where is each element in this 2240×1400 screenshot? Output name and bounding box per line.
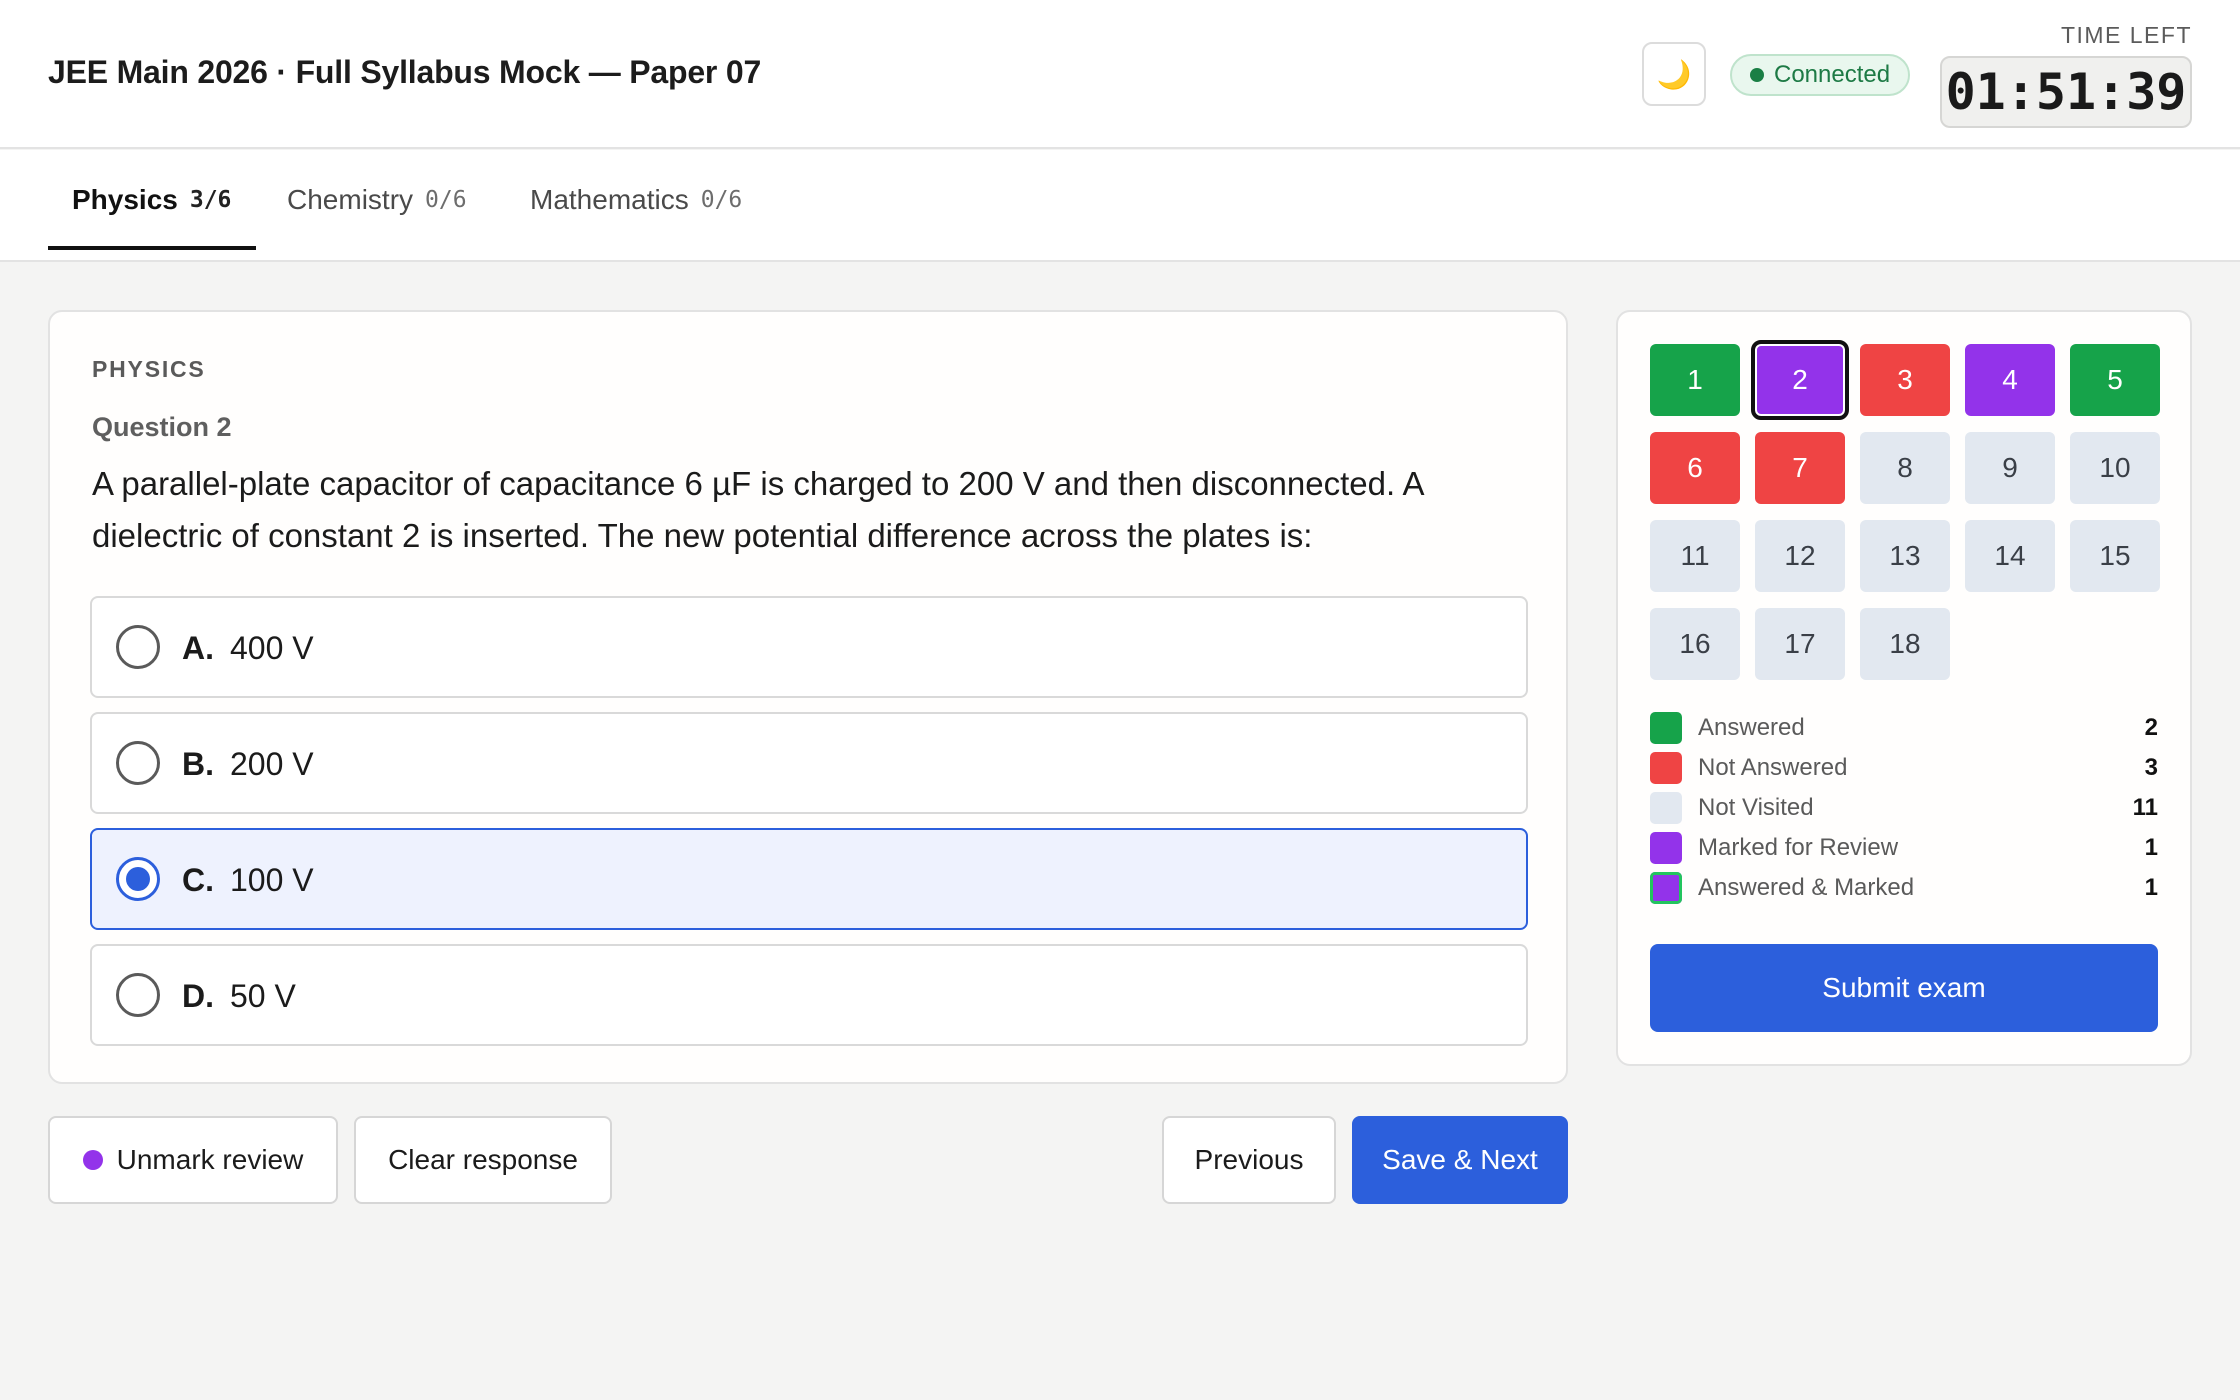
- radio-button[interactable]: [116, 625, 160, 669]
- question-cell[interactable]: 14: [1965, 520, 2055, 592]
- status-dot-icon: [1750, 68, 1764, 82]
- legend-label: Answered: [1698, 714, 1805, 741]
- option-d[interactable]: D. 50 V: [90, 944, 1528, 1046]
- theme-toggle-button[interactable]: 🌙: [1642, 42, 1706, 106]
- review-dot-icon: [82, 1150, 103, 1170]
- subject-label: PHYSICS: [92, 356, 206, 382]
- tab-mathematics[interactable]: Mathematics 0/6: [530, 150, 742, 250]
- unmark-review-label: Unmark review: [116, 1144, 304, 1175]
- tab-physics[interactable]: Physics 3/6: [72, 150, 231, 250]
- tab-count: 0/6: [425, 187, 467, 213]
- unmark-review-button[interactable]: Unmark review: [48, 1116, 338, 1204]
- radio-button[interactable]: [116, 741, 160, 785]
- option-letter: C.: [182, 862, 214, 898]
- question-cell[interactable]: 13: [1860, 520, 1950, 592]
- legend-swatch: [1650, 752, 1682, 784]
- time-left-label: TIME LEFT: [2060, 22, 2192, 48]
- legend-label: Not Answered: [1698, 754, 1848, 781]
- question-cell[interactable]: 7: [1755, 432, 1845, 504]
- tab-chemistry[interactable]: Chemistry 0/6: [287, 150, 467, 250]
- option-letter: A.: [182, 630, 214, 666]
- question-cell[interactable]: 4: [1965, 344, 2055, 416]
- question-text: A parallel-plate capacitor of capacitanc…: [92, 465, 1423, 554]
- question-cell[interactable]: 9: [1965, 432, 2055, 504]
- question-cell[interactable]: 16: [1650, 608, 1740, 680]
- legend-count: 1: [2144, 834, 2158, 861]
- option-letter: B.: [182, 746, 214, 782]
- question-cell[interactable]: 10: [2070, 432, 2160, 504]
- legend-swatch: [1650, 712, 1682, 744]
- legend-row: Answered & Marked 1: [1650, 870, 2158, 906]
- legend-count: 1: [2144, 874, 2158, 901]
- legend-row: Not Visited 11: [1650, 790, 2158, 826]
- tab-label: Physics: [72, 184, 178, 215]
- submit-exam-label: Submit exam: [1822, 972, 1986, 1003]
- question-cell[interactable]: 15: [2070, 520, 2160, 592]
- legend-count: 11: [2132, 794, 2158, 821]
- clear-response-button[interactable]: Clear response: [354, 1116, 612, 1204]
- question-palette: 1 2 3 4 5 6 7 8 9 10 11 12 13 14 15 16 17 18 Answered 2 Not…: [1616, 310, 2192, 1066]
- legend-row: Not Answered 3: [1650, 750, 2158, 786]
- connection-status-badge: Connected: [1730, 54, 1911, 96]
- option-text: 400 V: [230, 630, 314, 666]
- legend-count: 3: [2144, 754, 2158, 781]
- subject-tabs: Physics 3/6 Chemistry 0/6 Mathematics 0/…: [0, 150, 2240, 262]
- question-cell[interactable]: 18: [1860, 608, 1950, 680]
- legend-label: Answered & Marked: [1698, 874, 1915, 901]
- save-next-label: Save & Next: [1382, 1144, 1538, 1175]
- tab-count: 3/6: [189, 187, 232, 213]
- legend-swatch: [1650, 792, 1682, 824]
- tab-label: Mathematics: [530, 184, 689, 215]
- active-tab-indicator: [48, 246, 256, 250]
- question-cell[interactable]: 3: [1860, 344, 1950, 416]
- question-cell[interactable]: 12: [1755, 520, 1845, 592]
- connection-status-label: Connected: [1774, 61, 1891, 88]
- question-cell[interactable]: 2: [1751, 340, 1849, 420]
- option-a[interactable]: A. 400 V: [90, 596, 1528, 698]
- tab-label: Chemistry: [287, 184, 414, 215]
- legend-row: Answered 2: [1650, 710, 2158, 746]
- legend-swatch: [1650, 872, 1682, 904]
- question-cell[interactable]: 6: [1650, 432, 1740, 504]
- option-text: 100 V: [230, 862, 314, 898]
- radio-button[interactable]: [116, 857, 160, 901]
- submit-exam-button[interactable]: Submit exam: [1650, 944, 2158, 1032]
- question-number: Question 2: [92, 412, 232, 442]
- question-cell[interactable]: 17: [1755, 608, 1845, 680]
- legend-count: 2: [2144, 714, 2158, 741]
- legend-label: Marked for Review: [1698, 834, 1899, 861]
- option-text: 200 V: [230, 746, 314, 782]
- option-letter: D.: [182, 978, 214, 1014]
- tab-count: 0/6: [700, 187, 743, 213]
- moon-icon: 🌙: [1656, 58, 1692, 90]
- exam-title: JEE Main 2026 · Full Syllabus Mock — Pap…: [48, 54, 762, 90]
- save-next-button[interactable]: Save & Next: [1352, 1116, 1568, 1204]
- question-cell[interactable]: 11: [1650, 520, 1740, 592]
- previous-label: Previous: [1194, 1144, 1304, 1175]
- previous-button[interactable]: Previous: [1162, 1116, 1336, 1204]
- radio-button[interactable]: [116, 973, 160, 1017]
- exam-header: JEE Main 2026 · Full Syllabus Mock — Pap…: [0, 0, 2240, 149]
- option-c[interactable]: C. 100 V: [90, 828, 1528, 930]
- legend-label: Not Visited: [1698, 794, 1814, 821]
- legend-swatch: [1650, 832, 1682, 864]
- question-cell[interactable]: 8: [1860, 432, 1950, 504]
- legend-row: Marked for Review 1: [1650, 830, 2158, 866]
- question-card: PHYSICS Question 2 A parallel-plate capa…: [48, 310, 1568, 1084]
- clear-response-label: Clear response: [388, 1144, 578, 1175]
- option-b[interactable]: B. 200 V: [90, 712, 1528, 814]
- question-cell[interactable]: 5: [2070, 344, 2160, 416]
- option-text: 50 V: [230, 978, 296, 1014]
- countdown-timer: 01:51:39: [1940, 56, 2192, 128]
- question-cell[interactable]: 1: [1650, 344, 1740, 416]
